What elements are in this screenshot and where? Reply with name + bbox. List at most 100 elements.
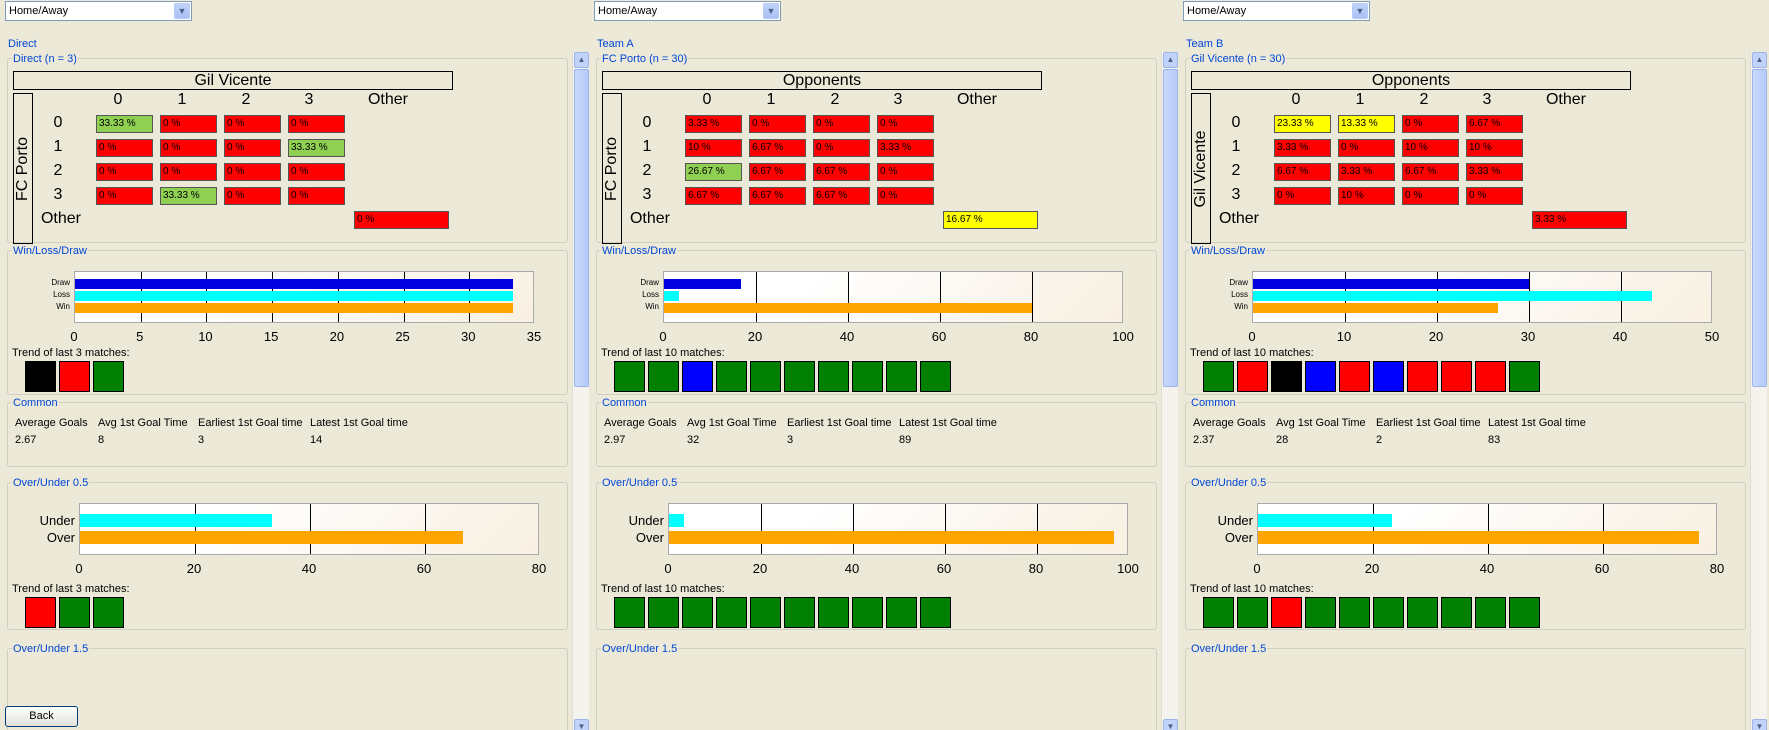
column-team-name: Opponents	[1191, 71, 1631, 90]
over-under-05-group: Over/Under 0.5 0 20 40 60 80 Under Over Trend of…	[7, 477, 568, 630]
trend-square	[1475, 597, 1506, 628]
chevron-down-icon[interactable]: ▼	[763, 3, 779, 19]
stat-value: 89	[899, 434, 912, 446]
score-cell: 6.67 %	[1466, 115, 1523, 133]
under-bar	[80, 514, 272, 527]
vertical-scrollbar[interactable]: ▲ ▼	[1161, 52, 1178, 730]
trend-square	[818, 597, 849, 628]
column-score-header: 1	[177, 91, 187, 108]
scroll-down-icon[interactable]: ▼	[1752, 719, 1767, 730]
scroll-down-icon[interactable]: ▼	[574, 719, 589, 730]
vertical-scrollbar[interactable]: ▲ ▼	[1750, 52, 1767, 730]
x-tick-label: 80	[1023, 329, 1039, 344]
grid-line	[756, 272, 757, 322]
x-tick-label: 0	[659, 329, 667, 344]
over-under-chart	[79, 503, 539, 555]
draw-bar	[1253, 279, 1529, 289]
row-team-header: Gil Vicente	[1191, 93, 1211, 244]
trend-square	[920, 361, 951, 392]
trend-square	[93, 597, 124, 628]
score-cell: 10 %	[1338, 187, 1395, 205]
score-cell: 0 %	[1402, 115, 1459, 133]
scroll-down-icon[interactable]: ▼	[1163, 719, 1178, 730]
trend-square	[682, 597, 713, 628]
trend-square	[1407, 361, 1438, 392]
stat-value: 14	[310, 434, 323, 446]
score-cell: 10 %	[685, 139, 742, 157]
trend-square	[784, 597, 815, 628]
x-tick-label: 0	[1253, 561, 1261, 576]
scroll-up-icon[interactable]: ▲	[574, 52, 589, 68]
column-score-header: 3	[304, 91, 314, 108]
trend-square	[648, 597, 679, 628]
back-button[interactable]: Back	[5, 706, 78, 727]
trend-square	[716, 361, 747, 392]
view-select[interactable]: Home/Away ▼	[1183, 1, 1370, 21]
view-select[interactable]: Home/Away ▼	[594, 1, 781, 21]
stat-value: 32	[687, 434, 700, 446]
common-stats-group: Common Average Goals 2.37 Avg 1st Goal Time…	[1185, 397, 1746, 467]
trend-square	[1305, 597, 1336, 628]
group-caption: Common	[1190, 397, 1237, 409]
series-label: Under	[628, 513, 664, 528]
view-select-value: Home/Away	[9, 5, 69, 17]
score-cell: 0 %	[877, 163, 934, 181]
trend-square	[25, 361, 56, 392]
column-score-header: 2	[241, 91, 251, 108]
score-cell: 0 %	[288, 187, 345, 205]
score-cell: 33.33 %	[160, 187, 217, 205]
group-caption: FC Porto (n = 30)	[601, 53, 689, 65]
score-cell: 0 %	[749, 115, 806, 133]
group-caption: Over/Under 0.5	[12, 477, 90, 489]
panel-0: Direct Direct (n = 3) Gil Vicente FC Porto 0…	[3, 36, 589, 730]
trend-square	[1305, 361, 1336, 392]
x-tick-label: 15	[263, 329, 279, 344]
view-select[interactable]: Home/Away ▼	[5, 1, 192, 21]
over-bar	[1258, 531, 1699, 544]
scroll-up-icon[interactable]: ▲	[1752, 52, 1767, 68]
chevron-down-icon[interactable]: ▼	[174, 3, 190, 19]
over-under-chart	[668, 503, 1128, 555]
scroll-up-icon[interactable]: ▲	[1163, 52, 1178, 68]
group-caption: Over/Under 0.5	[601, 477, 679, 489]
x-tick-label: 35	[526, 329, 542, 344]
stat-value: 8	[98, 434, 105, 446]
grid-line	[761, 504, 762, 554]
view-select-value: Home/Away	[1187, 5, 1247, 17]
score-cell: 0 %	[1338, 139, 1395, 157]
score-cell: 0 %	[224, 115, 281, 133]
stat-heading: Avg 1st Goal Time	[1276, 417, 1366, 429]
grid-line	[853, 504, 854, 554]
grid-line	[1373, 504, 1374, 554]
row-score-header: 2	[1231, 162, 1241, 179]
column-score-header: 1	[1355, 91, 1365, 108]
trend-square	[614, 597, 645, 628]
score-cell: 0 %	[288, 163, 345, 181]
score-cell: 0 %	[288, 115, 345, 133]
under-bar	[669, 514, 685, 527]
grid-line	[310, 504, 311, 554]
chevron-down-icon[interactable]: ▼	[1352, 3, 1368, 19]
scroll-thumb[interactable]	[574, 69, 589, 387]
score-cell: 23.33 %	[1274, 115, 1331, 133]
group-caption: Over/Under 1.5	[601, 643, 679, 655]
group-caption: Win/Loss/Draw	[12, 245, 88, 257]
wld-chart	[1252, 271, 1712, 323]
trend-label: Trend of last 10 matches:	[1190, 347, 1314, 359]
series-label: Win	[645, 302, 659, 311]
scroll-thumb[interactable]	[1752, 69, 1767, 387]
vertical-scrollbar[interactable]: ▲ ▼	[572, 52, 589, 730]
grid-line	[848, 272, 849, 322]
score-cell: 0 %	[224, 163, 281, 181]
x-tick-label: 40	[1612, 329, 1628, 344]
scroll-thumb[interactable]	[1163, 69, 1178, 387]
trend-square	[1203, 597, 1234, 628]
trend-square	[1339, 361, 1370, 392]
stat-value: 28	[1276, 434, 1289, 446]
draw-bar	[664, 279, 741, 289]
series-label: Under	[39, 513, 75, 528]
over-under-15-group: Over/Under 1.5	[1185, 643, 1746, 730]
series-label: Draw	[640, 278, 659, 287]
trend-square	[818, 361, 849, 392]
column-team-name: Gil Vicente	[13, 71, 453, 90]
